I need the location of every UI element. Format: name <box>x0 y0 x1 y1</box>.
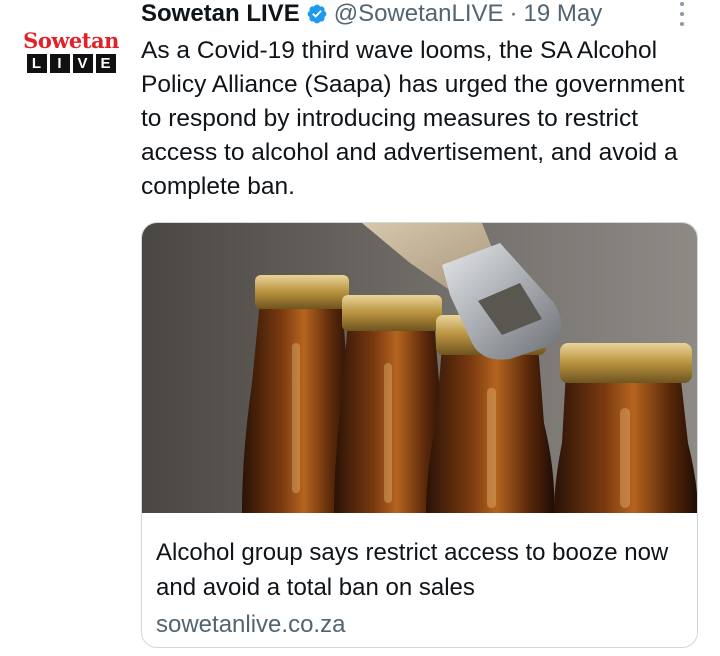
author-handle[interactable]: @SowetanLIVE <box>334 0 504 28</box>
avatar-letter: V <box>72 54 93 73</box>
tweet-date[interactable]: 19 May <box>524 0 603 28</box>
link-preview-title[interactable]: Alcohol group says restrict access to bo… <box>156 535 686 605</box>
avatar-brand-live: L I V E <box>26 54 116 73</box>
avatar-letter: I <box>49 54 70 73</box>
beer-bottles-photo <box>142 223 697 513</box>
avatar-brand-text: Sowetan <box>23 28 119 53</box>
link-preview-domain[interactable]: sowetanlive.co.za <box>156 609 686 641</box>
separator-dot: · <box>509 0 518 27</box>
verified-badge-icon <box>307 4 327 24</box>
author-name[interactable]: Sowetan LIVE <box>141 0 300 28</box>
link-preview-body: Alcohol group says restrict access to bo… <box>156 535 686 641</box>
tweet-text: As a Covid-19 third wave looms, the SA A… <box>141 37 685 200</box>
author-avatar[interactable]: Sowetan L I V E <box>22 30 120 74</box>
avatar-letter: L <box>26 54 47 73</box>
tweet-header: Sowetan LIVE @SowetanLIVE · 19 May <box>141 0 602 28</box>
link-preview-card[interactable]: Alcohol group says restrict access to bo… <box>141 222 698 648</box>
more-vertical-icon[interactable] <box>677 2 687 26</box>
avatar-letter: E <box>95 54 116 73</box>
